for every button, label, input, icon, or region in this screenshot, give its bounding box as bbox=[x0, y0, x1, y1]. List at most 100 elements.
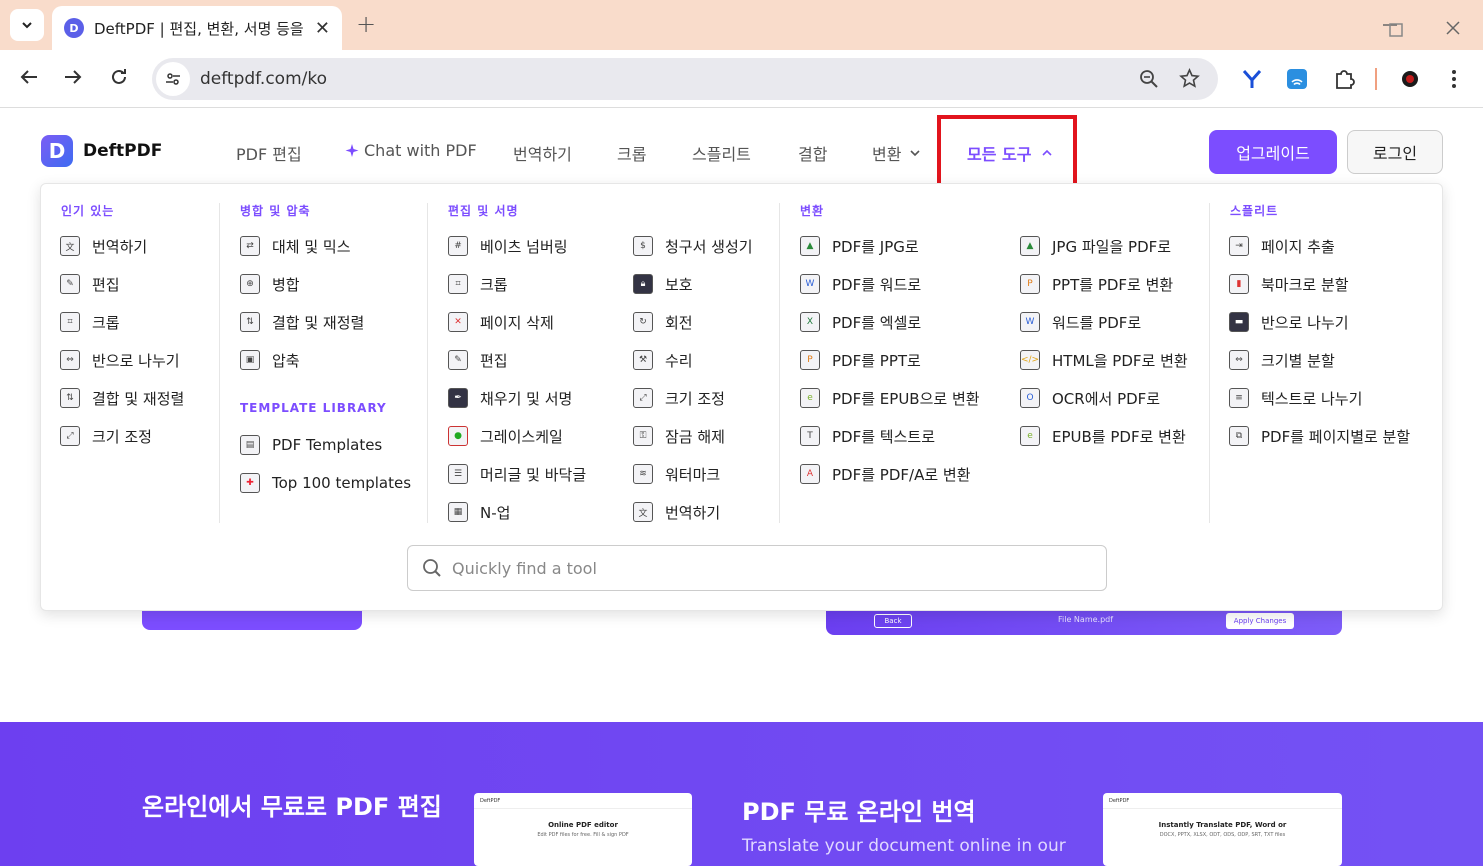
tool-jpg-to-pdf[interactable]: ▲ JPG 파일을 PDF로 bbox=[1020, 227, 1188, 265]
tool-pdf-to-text[interactable]: T PDF를 텍스트로 bbox=[800, 417, 980, 455]
tool-search-box[interactable] bbox=[407, 545, 1107, 591]
extensions-puzzle-icon[interactable] bbox=[1333, 68, 1355, 95]
tool-translate[interactable]: 文 번역하기 bbox=[60, 227, 184, 265]
tool-pdf-to-word[interactable]: W PDF를 워드로 bbox=[800, 265, 980, 303]
browser-tab[interactable]: D DeftPDF | 편집, 변환, 서명 등을 ✕ bbox=[52, 6, 342, 50]
tool-top-100-templates[interactable]: ✚ Top 100 templates bbox=[240, 464, 411, 502]
tab-search-button[interactable] bbox=[10, 9, 44, 41]
tool-label: PDF를 JPG로 bbox=[832, 237, 919, 256]
tool-split-half[interactable]: ⇔ 반으로 나누기 bbox=[60, 341, 184, 379]
menu-convert-label: 변환 bbox=[872, 145, 902, 164]
tool-search-input[interactable] bbox=[452, 558, 1052, 578]
login-button[interactable]: 로그인 bbox=[1347, 130, 1443, 174]
star-icon bbox=[1179, 68, 1200, 88]
tool-resize[interactable]: ⤢ 크기 조정 bbox=[633, 379, 753, 417]
bookmark-button[interactable] bbox=[1179, 68, 1200, 93]
menu-split[interactable]: 스플리트 bbox=[692, 141, 751, 165]
tool-label: 크기별 분할 bbox=[1261, 351, 1335, 370]
tool-label: 결합 및 재정렬 bbox=[92, 389, 185, 408]
tool-label: 압축 bbox=[272, 351, 300, 370]
tool-merge[interactable]: ⊕ 병합 bbox=[240, 265, 364, 303]
tool-pdf-to-epub[interactable]: e PDF를 EPUB으로 변환 bbox=[800, 379, 980, 417]
tool-alternate-mix[interactable]: ⇄ 대체 및 믹스 bbox=[240, 227, 364, 265]
tool-edit[interactable]: ✎ 편집 bbox=[448, 341, 586, 379]
tool-word-to-pdf[interactable]: W 워드를 PDF로 bbox=[1020, 303, 1188, 341]
back-button[interactable] bbox=[18, 66, 40, 93]
tool-combine-reorder[interactable]: ⇅ 결합 및 재정렬 bbox=[60, 379, 184, 417]
maximize-button[interactable] bbox=[1389, 18, 1403, 42]
fill-sign-icon: ✒ bbox=[448, 388, 468, 408]
tool-ocr-to-pdf[interactable]: O OCR에서 PDF로 bbox=[1020, 379, 1188, 417]
reload-button[interactable] bbox=[108, 66, 130, 93]
tool-unlock[interactable]: ⚿ 잠금 해제 bbox=[633, 417, 753, 455]
feature-thumbnail-translate[interactable]: DeftPDF Instantly Translate PDF, Word or… bbox=[1103, 793, 1342, 866]
watermark-icon: ≋ bbox=[633, 464, 653, 484]
tool-pdf-to-excel[interactable]: X PDF를 엑셀로 bbox=[800, 303, 980, 341]
preview-file-name: File Name.pdf bbox=[1058, 615, 1114, 624]
extract-pages-icon: ⇥ bbox=[1229, 236, 1249, 256]
extension-y-icon[interactable] bbox=[1241, 68, 1263, 95]
window-close-button[interactable] bbox=[1445, 17, 1461, 41]
tool-watermark[interactable]: ≋ 워터마크 bbox=[633, 455, 753, 493]
tool-split-half[interactable]: ▬ 반으로 나누기 bbox=[1229, 303, 1410, 341]
upgrade-button[interactable]: 업그레이드 bbox=[1209, 130, 1337, 174]
menu-convert[interactable]: 변환 bbox=[872, 141, 921, 165]
menu-crop[interactable]: 크롭 bbox=[617, 141, 646, 165]
feature-thumbnail-edit[interactable]: DeftPDF Online PDF editor Edit PDF files… bbox=[474, 793, 692, 866]
tool-delete-pages[interactable]: ✕ 페이지 삭제 bbox=[448, 303, 586, 341]
menu-chat-with-pdf[interactable]: Chat with PDF bbox=[344, 141, 477, 160]
tool-epub-to-pdf[interactable]: e EPUB를 PDF로 변환 bbox=[1020, 417, 1188, 455]
split-size-icon: ⇔ bbox=[1229, 350, 1249, 370]
tab-close-icon[interactable]: ✕ bbox=[315, 18, 330, 39]
tool-split-bookmark[interactable]: ▮ 북마크로 분할 bbox=[1229, 265, 1410, 303]
tool-pdf-templates[interactable]: ▤ PDF Templates bbox=[240, 426, 411, 464]
extension-wifi-icon[interactable] bbox=[1286, 68, 1308, 95]
tool-label: PDF를 페이지별로 분할 bbox=[1261, 427, 1411, 446]
tool-html-to-pdf[interactable]: </> HTML을 PDF로 변환 bbox=[1020, 341, 1188, 379]
new-tab-button[interactable]: + bbox=[356, 10, 376, 38]
deftpdf-logo-icon[interactable]: D bbox=[41, 135, 73, 167]
tool-compress[interactable]: ▣ 압축 bbox=[240, 341, 364, 379]
feature-heading-translate: PDF 무료 온라인 번역 bbox=[742, 798, 976, 826]
tool-label: 회전 bbox=[665, 313, 693, 332]
tool-invoice-generator[interactable]: $ 청구서 생성기 bbox=[633, 227, 753, 265]
zoom-button[interactable] bbox=[1139, 69, 1159, 93]
menu-edit-pdf[interactable]: PDF 편집 bbox=[236, 141, 302, 165]
menu-merge[interactable]: 결합 bbox=[798, 141, 827, 165]
tool-fill-sign[interactable]: ✒ 채우기 및 서명 bbox=[448, 379, 586, 417]
template-icon: ▤ bbox=[240, 435, 260, 455]
url-text[interactable]: deftpdf.com/ko bbox=[200, 69, 327, 89]
tool-pdf-to-ppt[interactable]: P PDF를 PPT로 bbox=[800, 341, 980, 379]
tool-header-footer[interactable]: ☰ 머리글 및 바닥글 bbox=[448, 455, 586, 493]
tool-split-text[interactable]: ≡ 텍스트로 나누기 bbox=[1229, 379, 1410, 417]
resize-icon: ⤢ bbox=[633, 388, 653, 408]
tool-protect[interactable]: 🔒︎ 보호 bbox=[633, 265, 753, 303]
tool-crop[interactable]: ⌗ 크롭 bbox=[60, 303, 184, 341]
tool-split-size[interactable]: ⇔ 크기별 분할 bbox=[1229, 341, 1410, 379]
tool-grayscale[interactable]: ● 그레이스케일 bbox=[448, 417, 586, 455]
tool-resize[interactable]: ⤢ 크기 조정 bbox=[60, 417, 184, 455]
browser-menu-icon[interactable] bbox=[1446, 68, 1462, 95]
tool-bates-numbering[interactable]: # 베이츠 넘버링 bbox=[448, 227, 586, 265]
menu-translate[interactable]: 번역하기 bbox=[513, 141, 572, 165]
tool-combine-reorder[interactable]: ⇅ 결합 및 재정렬 bbox=[240, 303, 364, 341]
tool-extract-pages[interactable]: ⇥ 페이지 추출 bbox=[1229, 227, 1410, 265]
tool-pdf-to-pdfa[interactable]: A PDF를 PDF/A로 변환 bbox=[800, 455, 980, 493]
tool-translate[interactable]: 文 번역하기 bbox=[633, 493, 753, 531]
site-info-button[interactable] bbox=[156, 62, 190, 96]
tool-crop[interactable]: ⌗ 크롭 bbox=[448, 265, 586, 303]
logo-text[interactable]: DeftPDF bbox=[83, 141, 162, 161]
tool-n-up[interactable]: ▦ N-업 bbox=[448, 493, 586, 531]
ppt-icon: P bbox=[800, 350, 820, 370]
address-bar[interactable]: deftpdf.com/ko bbox=[152, 58, 1218, 100]
tool-rotate[interactable]: ↻ 회전 bbox=[633, 303, 753, 341]
profile-avatar-icon[interactable] bbox=[1399, 68, 1421, 95]
tool-label: PDF를 엑셀로 bbox=[832, 313, 922, 332]
tool-repair[interactable]: ⚒ 수리 bbox=[633, 341, 753, 379]
tool-split-by-page[interactable]: ⧉ PDF를 페이지별로 분할 bbox=[1229, 417, 1410, 455]
tool-pdf-to-jpg[interactable]: ▲ PDF를 JPG로 bbox=[800, 227, 980, 265]
tool-label: 채우기 및 서명 bbox=[480, 389, 573, 408]
tool-edit[interactable]: ✎ 편집 bbox=[60, 265, 184, 303]
forward-button[interactable] bbox=[62, 66, 84, 93]
tool-ppt-to-pdf[interactable]: P PPT를 PDF로 변환 bbox=[1020, 265, 1188, 303]
